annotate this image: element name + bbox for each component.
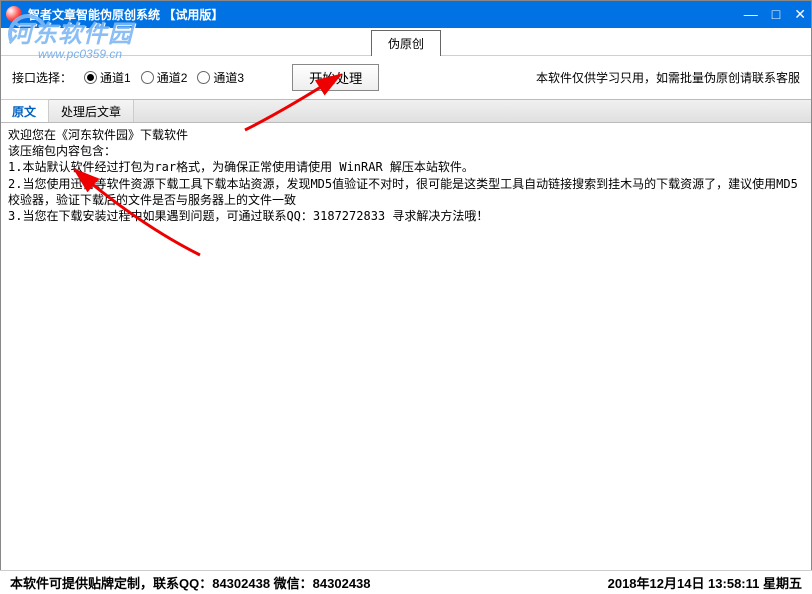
interface-select-label: 接口选择：: [12, 69, 72, 86]
close-button[interactable]: ✕: [794, 7, 806, 21]
radio-icon: [197, 71, 210, 84]
window-title: 智者文章智能伪原创系统 【试用版】: [28, 6, 744, 23]
notice-text: 本软件仅供学习只用，如需批量伪原创请联系客服: [536, 69, 800, 86]
window-titlebar: 智者文章智能伪原创系统 【试用版】 — □ ✕: [0, 0, 812, 28]
toolbar-tab-row: 伪原创: [0, 28, 812, 56]
content-line: 3.当您在下载安装过程中如果遇到问题，可通过联系QQ：3187272833 寻求…: [8, 208, 804, 224]
start-process-button[interactable]: 开始处理: [292, 64, 379, 91]
options-row: 接口选择： 通道1 通道2 通道3 开始处理 本软件仅供学习只用，如需批量伪原创…: [0, 56, 812, 99]
radio-label: 通道1: [100, 69, 131, 86]
tab-original-text[interactable]: 原文: [0, 99, 49, 122]
radio-channel-2[interactable]: 通道2: [141, 69, 188, 86]
app-icon: [6, 6, 22, 22]
maximize-button[interactable]: □: [772, 7, 780, 21]
radio-channel-1[interactable]: 通道1: [84, 69, 131, 86]
content-tabs: 原文 处理后文章: [0, 99, 812, 123]
channel-radio-group: 通道1 通道2 通道3: [84, 69, 244, 86]
minimize-button[interactable]: —: [744, 7, 758, 21]
status-bar: 本软件可提供贴牌定制，联系QQ：84302438 微信：84302438 201…: [0, 570, 812, 594]
radio-channel-3[interactable]: 通道3: [197, 69, 244, 86]
text-content-area[interactable]: 欢迎您在《河东软件园》下载软件 该压缩包内容包含： 1.本站默认软件经过打包为r…: [0, 123, 812, 557]
radio-label: 通道3: [213, 69, 244, 86]
toolbar-tab-pseudo-original[interactable]: 伪原创: [371, 30, 441, 56]
content-line: 2.当您使用迅雷等软件资源下载工具下载本站资源，发现MD5值验证不对时，很可能是…: [8, 176, 804, 208]
radio-icon: [141, 71, 154, 84]
tab-processed-text[interactable]: 处理后文章: [49, 100, 134, 122]
statusbar-contact: 本软件可提供贴牌定制，联系QQ：84302438 微信：84302438: [10, 573, 371, 592]
radio-label: 通道2: [157, 69, 188, 86]
content-line: 欢迎您在《河东软件园》下载软件: [8, 127, 804, 143]
content-line: 该压缩包内容包含：: [8, 143, 804, 159]
statusbar-datetime: 2018年12月14日 13:58:11 星期五: [608, 573, 802, 592]
radio-icon: [84, 71, 97, 84]
content-line: 1.本站默认软件经过打包为rar格式，为确保正常使用请使用 WinRAR 解压本…: [8, 159, 804, 175]
